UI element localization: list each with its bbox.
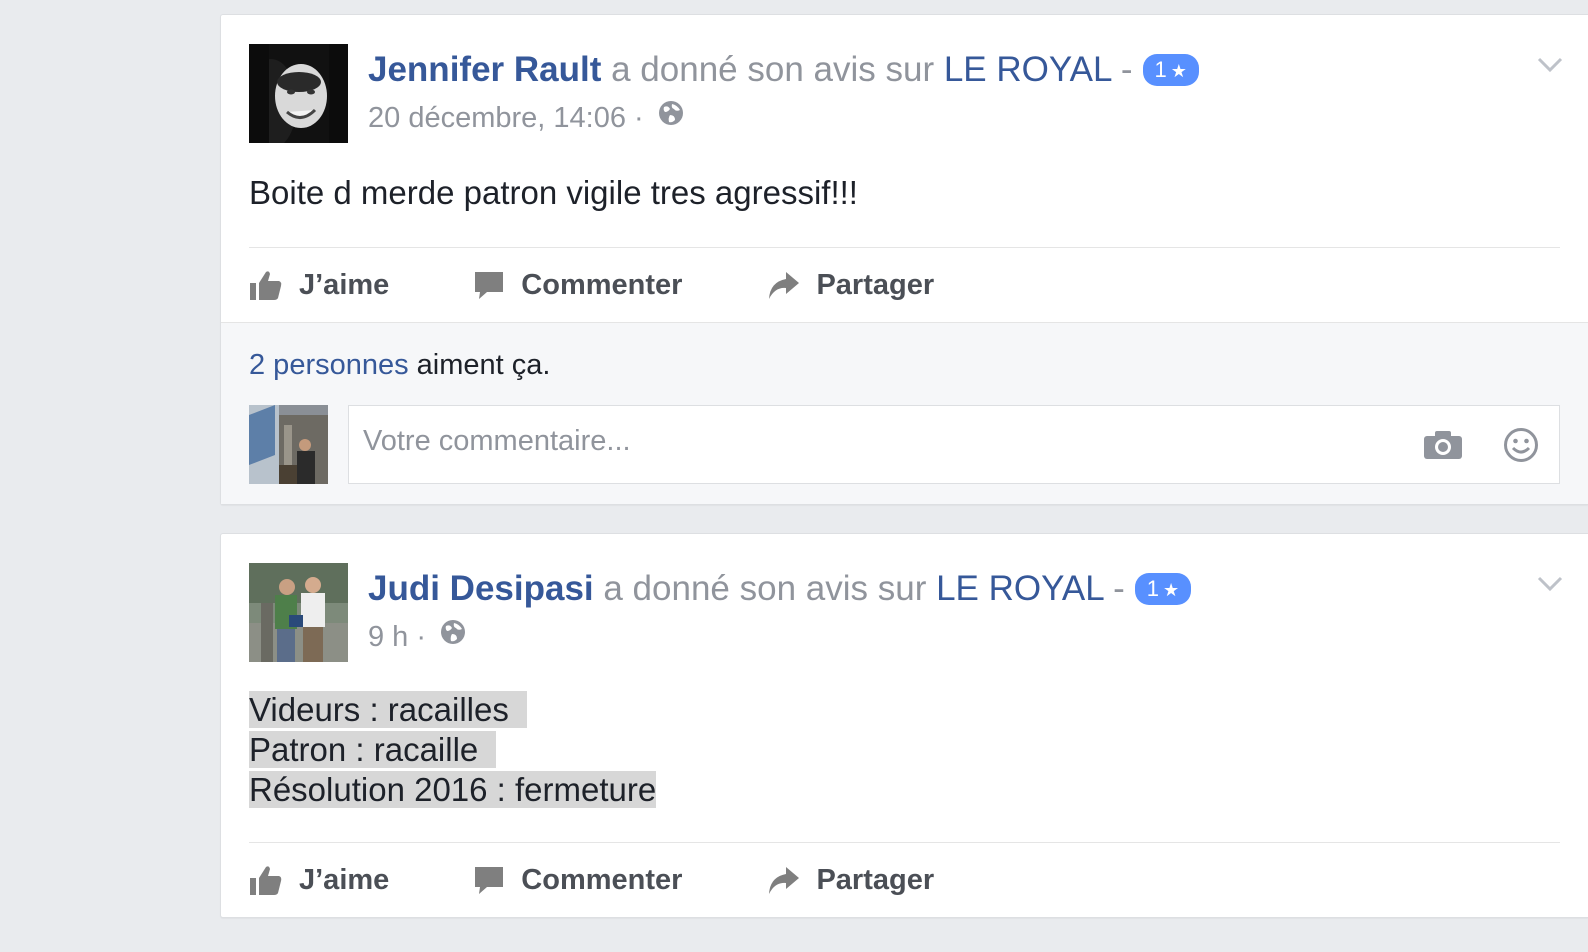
post-headline: Jennifer Rault a donné son avis sur LE R…: [368, 49, 1199, 91]
review-post: Judi Desipasi a donné son avis sur LE RO…: [220, 533, 1588, 918]
globe-icon[interactable]: [658, 100, 684, 134]
share-arrow-icon: [769, 867, 800, 894]
viewer-avatar[interactable]: [249, 405, 328, 484]
author-avatar[interactable]: [249, 563, 348, 662]
post-actions: J’aime Commenter Partager: [221, 248, 1588, 322]
post-text: Videurs : racailles Patron : racaille Ré…: [221, 662, 1588, 842]
comment-input[interactable]: Votre commentaire...: [348, 405, 1560, 484]
likes-summary: 2 personnes aiment ça.: [249, 347, 1560, 383]
news-feed: Jennifer Rault a donné son avis sur LE R…: [220, 14, 1588, 918]
post-header: Judi Desipasi a donné son avis sur LE RO…: [221, 534, 1588, 662]
comment-icon: [475, 272, 504, 299]
smiley-icon[interactable]: [1503, 427, 1539, 468]
comment-button[interactable]: Commenter: [473, 269, 682, 302]
like-button[interactable]: J’aime: [249, 864, 389, 897]
post-footer: 2 personnes aiment ça. Votre commentaire…: [221, 322, 1588, 504]
like-label: J’aime: [299, 268, 390, 301]
selected-text: Résolution 2016 : fermeture: [249, 771, 657, 808]
share-button[interactable]: Partager: [766, 864, 934, 897]
post-meta: 9 h ·: [368, 620, 466, 654]
comment-label: Commenter: [521, 268, 683, 301]
share-label: Partager: [816, 863, 935, 896]
globe-icon[interactable]: [440, 619, 466, 653]
post-text-line: Patron : racaille: [249, 730, 1560, 770]
headline-separator: -: [1111, 50, 1133, 89]
comment-label: Commenter: [521, 863, 683, 896]
review-action-text: a donné son avis sur: [601, 50, 944, 89]
page-name-link[interactable]: LE ROYAL: [944, 50, 1111, 89]
rating-value: 1: [1154, 56, 1167, 82]
comment-placeholder: Votre commentaire...: [363, 425, 631, 457]
thumbs-up-icon: [250, 866, 282, 895]
likes-count-link[interactable]: 2 personnes: [249, 349, 409, 381]
like-label: J’aime: [299, 863, 390, 896]
post-text-line: Résolution 2016 : fermeture: [249, 770, 1560, 810]
post-text-line: Boite d merde patron vigile tres agressi…: [249, 174, 858, 211]
selected-text: Videurs : racailles: [249, 691, 527, 728]
comment-composer: Votre commentaire...: [249, 405, 1560, 484]
chevron-down-icon[interactable]: [1536, 55, 1564, 75]
review-post: Jennifer Rault a donné son avis sur LE R…: [220, 14, 1588, 505]
post-timestamp[interactable]: 9 h ·: [368, 621, 426, 653]
review-action-text: a donné son avis sur: [593, 569, 937, 608]
author-name-link[interactable]: Judi Desipasi: [368, 569, 594, 608]
post-actions: J’aime Commenter Partager: [221, 843, 1588, 917]
post-meta: 20 décembre, 14:06 ·: [368, 101, 684, 135]
share-arrow-icon: [769, 272, 800, 299]
rating-value: 1: [1146, 575, 1160, 601]
camera-icon[interactable]: [1423, 430, 1463, 465]
author-avatar[interactable]: [249, 44, 348, 143]
share-button[interactable]: Partager: [766, 269, 934, 302]
headline-separator: -: [1103, 569, 1125, 608]
post-timestamp[interactable]: 20 décembre, 14:06 ·: [368, 102, 644, 134]
page-name-link[interactable]: LE ROYAL: [936, 569, 1103, 608]
rating-badge: 1 ★: [1142, 53, 1199, 86]
star-icon: ★: [1170, 60, 1187, 81]
comment-button[interactable]: Commenter: [473, 864, 682, 897]
post-header: Jennifer Rault a donné son avis sur LE R…: [221, 15, 1588, 143]
like-button[interactable]: J’aime: [249, 269, 389, 302]
post-text: Boite d merde patron vigile tres agressi…: [221, 143, 1588, 247]
post-text-line: Videurs : racailles: [249, 690, 1560, 730]
selected-text: Patron : racaille: [249, 731, 497, 768]
comment-icon: [475, 867, 504, 894]
chevron-down-icon[interactable]: [1536, 574, 1564, 594]
author-name-link[interactable]: Jennifer Rault: [368, 50, 601, 89]
thumbs-up-icon: [250, 271, 282, 300]
star-icon: ★: [1163, 579, 1180, 600]
likes-suffix: aiment ça.: [408, 349, 551, 381]
rating-badge: 1 ★: [1134, 572, 1192, 605]
post-headline: Judi Desipasi a donné son avis sur LE RO…: [368, 568, 1192, 610]
share-label: Partager: [816, 268, 935, 301]
